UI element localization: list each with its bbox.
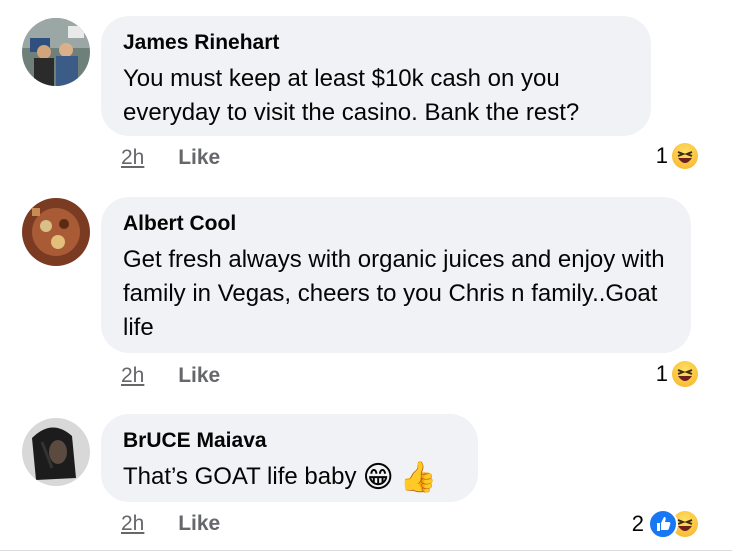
- comment-author[interactable]: James Rinehart: [123, 30, 629, 56]
- comment-actions: 2h Like: [121, 512, 220, 536]
- comment-bubble: Albert Cool Get fresh always with organi…: [101, 197, 691, 353]
- comment-bubble: James Rinehart You must keep at least $1…: [101, 16, 651, 136]
- avatar-photo-icon: [22, 18, 90, 86]
- comment-actions: 2h Like: [121, 364, 220, 388]
- comment-text: You must keep at least $10k cash on you …: [123, 65, 580, 126]
- comment-timestamp[interactable]: 2h: [121, 146, 144, 169]
- haha-icon: [672, 143, 698, 169]
- comment-text: Get fresh always with organic juices and…: [123, 246, 665, 341]
- like-icon: [648, 509, 678, 539]
- thumbs-up-emoji-icon: 👍: [399, 460, 438, 494]
- reaction-count: 2: [631, 511, 644, 536]
- comment-bubble: BrUCE Maiava That’s GOAT life baby 😁 👍: [101, 414, 478, 502]
- avatar[interactable]: [22, 198, 90, 266]
- like-button[interactable]: Like: [178, 146, 220, 169]
- comment-text-row: That’s GOAT life baby 😁 👍: [123, 460, 456, 495]
- like-button[interactable]: Like: [178, 512, 220, 535]
- comment-timestamp[interactable]: 2h: [121, 512, 144, 535]
- reaction-summary[interactable]: 2: [632, 509, 698, 539]
- avatar-photo-icon: [22, 418, 90, 486]
- comment-timestamp[interactable]: 2h: [121, 364, 144, 387]
- comment-text: That’s GOAT life baby: [123, 463, 357, 490]
- comment-author[interactable]: BrUCE Maiava: [123, 428, 456, 454]
- grin-emoji-icon: 😁: [362, 460, 394, 494]
- comment-actions: 2h Like: [121, 146, 220, 170]
- reaction-summary[interactable]: 1: [656, 143, 698, 169]
- avatar[interactable]: [22, 418, 90, 486]
- haha-icon: [672, 361, 698, 387]
- avatar-photo-icon: [22, 198, 90, 266]
- avatar[interactable]: [22, 18, 90, 86]
- comment-author[interactable]: Albert Cool: [123, 211, 669, 237]
- reaction-count: 1: [655, 143, 668, 168]
- like-button[interactable]: Like: [178, 364, 220, 387]
- reaction-count: 1: [655, 361, 668, 386]
- reaction-summary[interactable]: 1: [656, 361, 698, 387]
